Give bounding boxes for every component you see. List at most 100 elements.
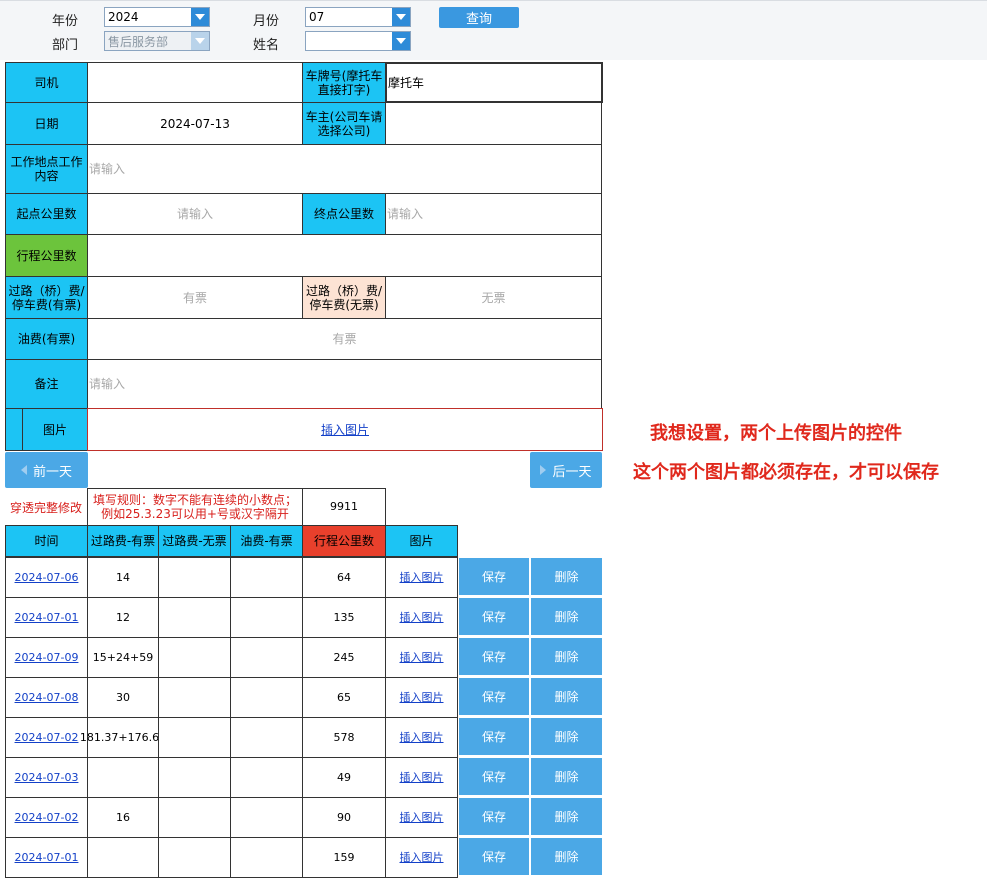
fuel-input[interactable]: 有票 [87,318,602,360]
start-km-input[interactable]: 请输入 [87,193,303,235]
table-cell-toll-noinvoice[interactable] [158,717,231,758]
table-cell-date: 2024-07-03 [5,757,88,798]
row-save-button[interactable]: 保存 [459,798,529,835]
image-label: 图片 [22,408,88,451]
header-toll-noinvoice: 过路费-无票 [158,525,231,557]
table-cell-toll-noinvoice[interactable] [158,677,231,718]
row-delete-button[interactable]: 删除 [531,758,602,795]
toll-invoice-input[interactable]: 有票 [87,276,303,319]
table-cell-toll-invoice[interactable]: 30 [87,677,159,718]
name-select[interactable] [305,31,411,51]
table-cell-km: 65 [302,677,386,718]
driver-label: 司机 [5,62,88,103]
table-cell-toll-invoice[interactable] [87,837,159,878]
row-delete-button[interactable]: 删除 [531,838,602,875]
end-km-label: 终点公里数 [302,193,386,235]
row-date-link[interactable]: 2024-07-08 [15,691,79,705]
table-cell-image: 插入图片 [385,557,458,598]
table-cell-km: 90 [302,797,386,838]
insert-image-link[interactable]: 插入图片 [321,423,369,437]
row-insert-image-link[interactable]: 插入图片 [400,651,444,665]
year-label: 年份 [52,14,79,29]
row-delete-button[interactable]: 删除 [531,678,602,715]
table-cell-fuel[interactable] [230,597,303,638]
row-insert-image-link[interactable]: 插入图片 [400,571,444,585]
trip-km-input[interactable] [87,234,602,277]
row-save-button[interactable]: 保存 [459,718,529,755]
table-cell-toll-noinvoice[interactable] [158,797,231,838]
row-date-link[interactable]: 2024-07-03 [15,771,79,785]
work-input[interactable]: 请输入 [87,144,602,194]
date-input[interactable]: 2024-07-13 [87,102,303,145]
table-cell-image: 插入图片 [385,597,458,638]
table-cell-toll-invoice[interactable]: 181.37+176.63 [80,717,166,758]
table-cell-toll-noinvoice[interactable] [158,557,231,598]
end-km-input[interactable]: 请输入 [385,193,602,235]
fill-rule-text: 填写规则：数字不能有连续的小数点；例如25.3.23可以用+号或汉字隔开 [87,488,303,526]
row-save-button[interactable]: 保存 [459,758,529,795]
table-cell-fuel[interactable] [230,677,303,718]
table-cell-image: 插入图片 [385,677,458,718]
table-cell-date: 2024-07-01 [5,837,88,878]
table-cell-toll-invoice[interactable]: 15+24+59 [87,637,159,678]
table-cell-toll-noinvoice[interactable] [158,837,231,878]
table-cell-fuel[interactable] [230,557,303,598]
table-cell-image: 插入图片 [385,637,458,678]
row-insert-image-link[interactable]: 插入图片 [400,811,444,825]
table-cell-toll-noinvoice[interactable] [158,597,231,638]
chevron-down-icon[interactable] [392,8,410,26]
table-cell-fuel[interactable] [230,717,303,758]
dept-select: 售后服务部 [104,31,210,51]
penetrate-edit-label[interactable]: 穿透完整修改 [5,499,87,516]
month-select[interactable]: 07 [305,7,411,27]
row-save-button[interactable]: 保存 [459,638,529,675]
remark-input[interactable]: 请输入 [87,359,602,409]
table-cell-toll-noinvoice[interactable] [158,637,231,678]
table-cell-fuel[interactable] [230,637,303,678]
table-cell-toll-invoice[interactable]: 12 [87,597,159,638]
table-cell-fuel[interactable] [230,757,303,798]
row-delete-button[interactable]: 删除 [531,598,602,635]
prev-day-button[interactable]: 前一天 [5,452,88,488]
dept-label: 部门 [52,38,79,53]
row-save-button[interactable]: 保存 [459,838,529,875]
row-insert-image-link[interactable]: 插入图片 [400,731,444,745]
query-button[interactable]: 查询 [439,7,519,28]
row-date-link[interactable]: 2024-07-09 [15,651,79,665]
chevron-down-icon[interactable] [191,8,209,26]
row-date-link[interactable]: 2024-07-01 [15,851,79,865]
row-save-button[interactable]: 保存 [459,598,529,635]
row-insert-image-link[interactable]: 插入图片 [400,851,444,865]
table-cell-toll-invoice[interactable] [87,757,159,798]
row-date-link[interactable]: 2024-07-02 [15,731,79,745]
row-save-button[interactable]: 保存 [459,558,529,595]
table-cell-toll-invoice[interactable]: 14 [87,557,159,598]
owner-input[interactable] [385,102,602,145]
row-insert-image-link[interactable]: 插入图片 [400,771,444,785]
toll-noinvoice-input[interactable]: 无票 [385,276,602,319]
row-insert-image-link[interactable]: 插入图片 [400,691,444,705]
table-cell-date: 2024-07-02 [5,717,88,758]
row-date-link[interactable]: 2024-07-02 [15,811,79,825]
plate-input[interactable]: 摩托车 [385,62,603,103]
row-delete-button[interactable]: 删除 [531,718,602,755]
row-date-link[interactable]: 2024-07-06 [15,571,79,585]
table-cell-toll-invoice[interactable]: 16 [87,797,159,838]
annotation-line-2: 这个两个图片都必须存在，才可以保存 [633,462,939,483]
row-save-button[interactable]: 保存 [459,678,529,715]
row-insert-image-link[interactable]: 插入图片 [400,611,444,625]
table-cell-km: 578 [302,717,386,758]
row-delete-button[interactable]: 删除 [531,558,602,595]
driver-input[interactable] [87,62,303,103]
row-date-link[interactable]: 2024-07-01 [15,611,79,625]
row-delete-button[interactable]: 删除 [531,798,602,835]
next-day-button[interactable]: 后一天 [530,452,602,488]
row-delete-button[interactable]: 删除 [531,638,602,675]
header-time: 时间 [5,525,88,557]
table-cell-fuel[interactable] [230,837,303,878]
date-label: 日期 [5,102,88,145]
year-select[interactable]: 2024 [104,7,210,27]
table-cell-fuel[interactable] [230,797,303,838]
chevron-down-icon[interactable] [392,32,410,50]
table-cell-toll-noinvoice[interactable] [158,757,231,798]
